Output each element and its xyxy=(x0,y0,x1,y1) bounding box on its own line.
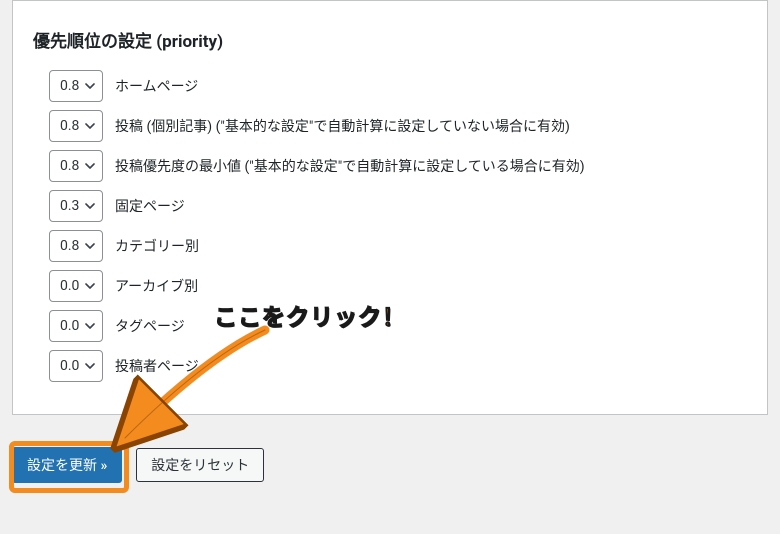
row-tags: 0.0 タグページ xyxy=(49,310,747,342)
priority-settings-panel: 優先順位の設定 (priority) 0.8 ホームページ 0.8 投稿 (個別… xyxy=(12,0,768,415)
select-wrap: 0.8 xyxy=(49,70,103,102)
priority-select-post-min[interactable]: 0.8 xyxy=(49,150,103,182)
row-label: 投稿 (個別記事) ("基本的な設定"で自動計算に設定していない場合に有効) xyxy=(115,116,570,136)
priority-select-categories[interactable]: 0.8 xyxy=(49,230,103,262)
row-label: タグページ xyxy=(115,316,185,336)
select-wrap: 0.0 xyxy=(49,270,103,302)
row-authors: 0.0 投稿者ページ xyxy=(49,350,747,382)
row-home: 0.8 ホームページ xyxy=(49,70,747,102)
select-wrap: 0.0 xyxy=(49,350,103,382)
update-settings-button[interactable]: 設定を更新 » xyxy=(12,447,122,483)
priority-select-posts[interactable]: 0.8 xyxy=(49,110,103,142)
row-label: 固定ページ xyxy=(115,196,185,216)
row-categories: 0.8 カテゴリー別 xyxy=(49,230,747,262)
row-posts: 0.8 投稿 (個別記事) ("基本的な設定"で自動計算に設定していない場合に有… xyxy=(49,110,747,142)
select-wrap: 0.8 xyxy=(49,110,103,142)
priority-rows: 0.8 ホームページ 0.8 投稿 (個別記事) ("基本的な設定"で自動計算に… xyxy=(49,70,747,382)
row-label: ホームページ xyxy=(115,76,198,96)
row-archives: 0.0 アーカイブ別 xyxy=(49,270,747,302)
row-label: カテゴリー別 xyxy=(115,236,199,256)
row-label: 投稿優先度の最小値 ("基本的な設定"で自動計算に設定している場合に有効) xyxy=(115,156,585,176)
priority-select-pages[interactable]: 0.3 xyxy=(49,190,103,222)
priority-select-home[interactable]: 0.8 xyxy=(49,70,103,102)
priority-select-authors[interactable]: 0.0 xyxy=(49,350,103,382)
row-label: 投稿者ページ xyxy=(115,356,199,376)
select-wrap: 0.8 xyxy=(49,150,103,182)
select-wrap: 0.8 xyxy=(49,230,103,262)
form-actions: 設定を更新 » 設定をリセット xyxy=(0,443,780,483)
select-wrap: 0.0 xyxy=(49,310,103,342)
row-post-min: 0.8 投稿優先度の最小値 ("基本的な設定"で自動計算に設定している場合に有効… xyxy=(49,150,747,182)
row-pages: 0.3 固定ページ xyxy=(49,190,747,222)
reset-settings-button[interactable]: 設定をリセット xyxy=(136,448,264,482)
row-label: アーカイブ別 xyxy=(115,276,198,296)
priority-select-archives[interactable]: 0.0 xyxy=(49,270,103,302)
priority-select-tags[interactable]: 0.0 xyxy=(49,310,103,342)
panel-title: 優先順位の設定 (priority) xyxy=(33,27,747,52)
select-wrap: 0.3 xyxy=(49,190,103,222)
